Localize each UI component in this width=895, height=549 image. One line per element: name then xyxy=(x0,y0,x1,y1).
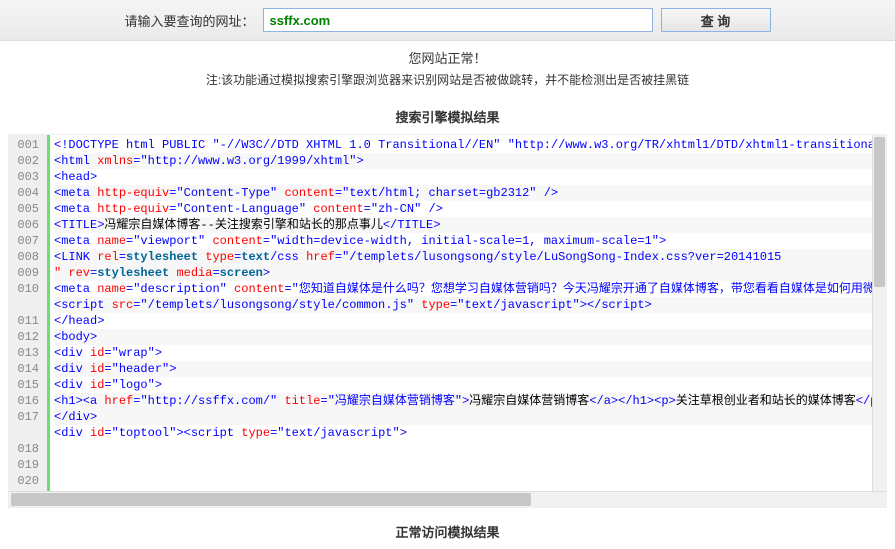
status-area: 您网站正常！ 注:该功能通过模拟搜索引擎跟浏览器来识别网站是否被做跳转，并不能检… xyxy=(0,41,895,93)
code-viewer: 001002003004005006007008009010 011012013… xyxy=(8,134,887,508)
vertical-scroll-thumb[interactable] xyxy=(874,137,885,287)
query-button[interactable]: 查 询 xyxy=(661,8,771,32)
status-note: 注:该功能通过模拟搜索引擎跟浏览器来识别网站是否被做跳转，并不能检测出是否被挂黑… xyxy=(0,70,895,92)
status-ok: 您网站正常！ xyxy=(0,49,895,70)
horizontal-scroll-thumb[interactable] xyxy=(11,493,531,506)
vertical-scrollbar[interactable] xyxy=(872,135,886,491)
line-gutter: 001002003004005006007008009010 011012013… xyxy=(9,135,47,491)
section-title-search-engine: 搜索引擎模拟结果 xyxy=(0,93,895,134)
horizontal-scrollbar[interactable] xyxy=(9,491,886,507)
url-label: 请输入要查询的网址： xyxy=(124,11,254,30)
code-lines: <!DOCTYPE html PUBLIC "-//W3C//DTD XHTML… xyxy=(47,135,886,491)
section-title-normal-visit: 正常访问模拟结果 xyxy=(0,508,895,549)
search-bar: 请输入要查询的网址： 查 询 xyxy=(0,0,895,41)
url-input[interactable] xyxy=(263,8,653,32)
